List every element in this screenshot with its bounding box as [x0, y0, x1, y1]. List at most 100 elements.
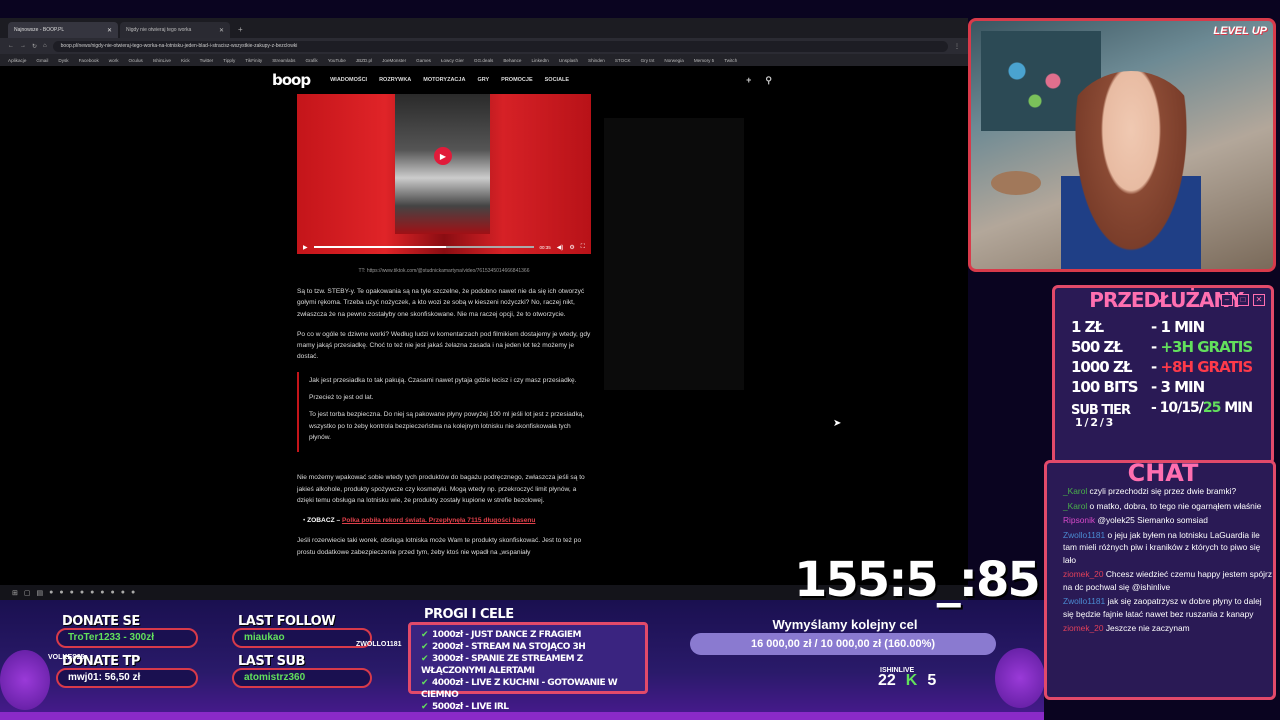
- volume-icon[interactable]: ◀): [557, 244, 564, 251]
- blockquote: Jak jest przesiadka to tak pakują. Czasa…: [297, 371, 591, 453]
- home-icon[interactable]: ⌂: [43, 43, 47, 49]
- bookmark-item[interactable]: Streamlabs: [272, 58, 295, 63]
- bookmark-item[interactable]: YouTube: [328, 58, 346, 63]
- bookmark-item[interactable]: Łowcy Gier: [441, 58, 464, 63]
- app-icon[interactable]: ●: [121, 589, 125, 596]
- bookmark-item[interactable]: Tipply: [223, 58, 235, 63]
- url-input[interactable]: boop.pl/news/nigdy-nie-otwieraj-tego-wor…: [52, 40, 948, 52]
- bookmark-item[interactable]: Kick: [181, 58, 190, 63]
- bookmark-item[interactable]: Shinden: [588, 58, 605, 63]
- task-view-icon[interactable]: ▢: [24, 589, 31, 597]
- app-icon[interactable]: ●: [131, 589, 135, 596]
- nav-promocje[interactable]: PROMOCJE: [501, 77, 532, 83]
- price-bonus: +3H GRATIS: [1160, 338, 1253, 356]
- bookmark-item[interactable]: Games: [416, 58, 431, 63]
- chat-username: Zwollo1181: [1063, 529, 1106, 540]
- extensions-icon[interactable]: ⋮: [954, 43, 960, 50]
- chat-message: Zwollo1181 jak się zaopatrzysz w dobre p…: [1063, 595, 1273, 620]
- chat-username: ziomek_20: [1063, 623, 1104, 633]
- bookmark-item[interactable]: JoeMonster: [382, 58, 406, 63]
- site-logo[interactable]: boop: [272, 71, 311, 89]
- tab-najnowsze[interactable]: Najnowsze - BOOP.PL ✕: [8, 22, 118, 38]
- ad-placeholder: [604, 118, 744, 390]
- bookmark-item[interactable]: Gry tnt: [641, 58, 655, 63]
- plus-icon[interactable]: +: [746, 75, 751, 86]
- nav-sociale[interactable]: SOCIALE: [545, 77, 569, 83]
- see-also-link[interactable]: Polka pobiła rekord świata. Przepłynęła …: [342, 517, 536, 524]
- app-icon[interactable]: ●: [59, 589, 63, 596]
- article-body: Są to tzw. STEBY-y. Te opakowania są na …: [297, 286, 591, 567]
- app-icon[interactable]: ●: [49, 589, 53, 596]
- seek-bar[interactable]: [313, 246, 534, 248]
- bookmark-item[interactable]: STOCK: [615, 58, 631, 63]
- chat-username: ziomek_20: [1063, 569, 1104, 579]
- price-bonus: 25: [1202, 400, 1222, 416]
- chat-message: _Karol czyli przechodzi się przez dwie b…: [1063, 485, 1273, 498]
- search-icon[interactable]: ⚲: [765, 75, 772, 86]
- target-progress-bar: 16 000,00 zł / 10 000,00 zł (160.00%): [690, 633, 996, 655]
- tab-label: Najnowsze - BOOP.PL: [14, 27, 65, 33]
- tab-article[interactable]: Nigdy nie otwieraj tego worka ✕: [120, 22, 230, 38]
- settings-icon[interactable]: ⚙: [569, 244, 574, 251]
- bookmark-item[interactable]: Memory 5: [694, 58, 714, 63]
- bookmark-item[interactable]: Twitter: [200, 58, 214, 63]
- name-tag: ZWOLLO1181: [356, 641, 402, 648]
- play-icon[interactable]: ▶: [303, 244, 308, 251]
- play-icon[interactable]: ▶: [434, 147, 452, 165]
- bookmark-item[interactable]: JBZD.pl: [356, 58, 372, 63]
- bookmark-item[interactable]: LinkedIn: [531, 58, 548, 63]
- chat-username: Ripsonik: [1063, 515, 1096, 525]
- app-icon[interactable]: ●: [80, 589, 84, 596]
- cat: [991, 171, 1041, 195]
- app-icon[interactable]: ●: [90, 589, 94, 596]
- close-icon[interactable]: ✕: [107, 27, 112, 34]
- close-icon[interactable]: ✕: [219, 27, 224, 34]
- bookmark-item[interactable]: TikFinity: [245, 58, 262, 63]
- video-player[interactable]: ▶ ▶ 00:35 ◀) ⚙ ⛶: [297, 94, 591, 254]
- extension-panel: PRZEDŁUŻANY – □ ✕ 1 ZŁ - 1 MIN 500 ZŁ - …: [1052, 285, 1274, 465]
- chat-message: ziomek_20 Jeszcze nie zaczynam: [1063, 622, 1273, 635]
- count-b: 5: [927, 672, 937, 689]
- bookmark-item[interactable]: Twitch: [724, 58, 737, 63]
- nav-gry[interactable]: GRY: [477, 77, 489, 83]
- chat-text: czyli przechodzi się przez dwie bramki?: [1087, 486, 1237, 496]
- nav-rozrywka[interactable]: ROZRYWKA: [379, 77, 411, 83]
- bookmark-item[interactable]: Behance: [503, 58, 521, 63]
- goals-list: ✔ 1000zł - JUST DANCE Z FRAGIEM ✔ 2000zł -…: [408, 622, 648, 712]
- nav-wiadomosci[interactable]: WIADOMOŚCI: [330, 77, 367, 83]
- nav-motoryzacja[interactable]: MOTORYZACJA: [423, 77, 465, 83]
- donate-value: TroTer1233 - 300zł: [56, 628, 198, 648]
- chat-text: o matko, dobra, to tego nie ogarnąłem wł…: [1087, 500, 1262, 511]
- bookmark-item[interactable]: Facebook: [79, 58, 99, 63]
- reload-icon[interactable]: ↻: [32, 43, 37, 50]
- bookmark-item[interactable]: IshinLive: [153, 58, 171, 63]
- chat-username: _Karol: [1063, 486, 1088, 496]
- bookmark-item[interactable]: Grafik: [305, 58, 317, 63]
- chat-message: Zwollo1181 o jeju jak byłem na lotnisku …: [1063, 529, 1273, 567]
- windows-start-icon[interactable]: ⊞: [12, 589, 18, 597]
- file-explorer-icon[interactable]: ▤: [37, 589, 44, 597]
- bookmark-item[interactable]: Aplikacje: [8, 58, 26, 63]
- quote-line: Jak jest przesiadka to tak pakują. Czasa…: [309, 376, 577, 384]
- bookmark-item[interactable]: Norwegia: [664, 58, 683, 63]
- forward-icon[interactable]: →: [20, 43, 26, 49]
- target-title: Wymyślamy kolejny cel: [772, 617, 918, 632]
- counters: 22 K 5: [878, 672, 936, 690]
- last-follow-label: LAST FOLLOW: [238, 614, 336, 629]
- app-icon[interactable]: ●: [111, 589, 115, 596]
- fullscreen-icon[interactable]: ⛶: [581, 244, 585, 251]
- paragraph: Nie możemy wpakować sobie wtedy tych pro…: [297, 474, 585, 504]
- bookmark-item[interactable]: work: [109, 58, 119, 63]
- bookmark-item[interactable]: GG.deals: [474, 58, 493, 63]
- bookmark-item[interactable]: Unsplash: [559, 58, 578, 63]
- ground-strip: [0, 712, 1044, 720]
- bookmark-item[interactable]: Dysk: [58, 58, 68, 63]
- price-row: 100 BITS - 3 MIN: [1071, 378, 1271, 396]
- bookmark-item[interactable]: Gmail: [36, 58, 48, 63]
- app-icon[interactable]: ●: [100, 589, 104, 596]
- back-icon[interactable]: ←: [8, 43, 14, 49]
- subathon-timer: 155:5_:85: [794, 552, 1041, 608]
- new-tab-icon[interactable]: +: [232, 22, 249, 38]
- app-icon[interactable]: ●: [70, 589, 74, 596]
- bookmark-item[interactable]: Oculus: [129, 58, 143, 63]
